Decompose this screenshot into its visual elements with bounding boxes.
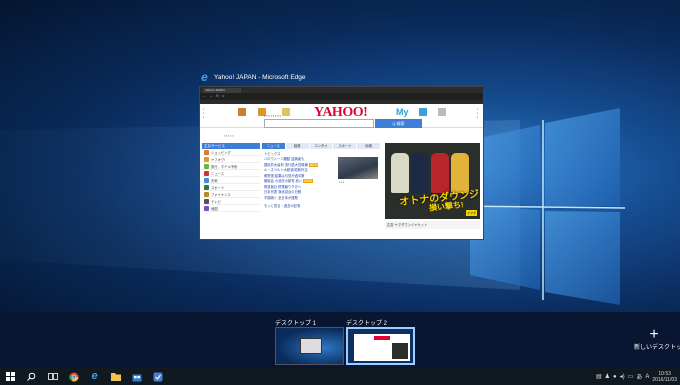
forward-icon: → — [209, 94, 214, 98]
topics-title: トピックス — [264, 152, 281, 156]
desktop-1[interactable]: デスクトップ 1 — [275, 318, 344, 365]
ad-brand-badge: ヤマダ — [465, 210, 477, 216]
topics-panel: ニュース 経済 エンタメ スポーツ 地域 トピックス ハロウィーン騒動 逮捕者も… — [262, 143, 380, 237]
sidebar-item: ショッピング — [202, 149, 260, 156]
tab-local: 地域 — [357, 143, 380, 149]
sidebar-item: 地図 — [202, 205, 260, 212]
sidebar-item: ヤフオク! — [202, 156, 260, 163]
advertisement-banner: オトナのダウンジャケット 損い撃ち! ヤマダ — [385, 143, 480, 219]
address-bar: ← → ↻ ⌂ — [200, 93, 483, 100]
desktop-label: デスクトップ 1 — [275, 321, 317, 327]
services-sidebar: 主なサービス ショッピング ヤフオク! 旅行、ホテル予約 ニュース 天気 スポー… — [202, 143, 260, 237]
ad-mini — [392, 343, 408, 359]
app-icon[interactable] — [147, 368, 168, 385]
header-right-links: ▪ ▪ ▪ — [476, 107, 478, 119]
virtual-desktops-bar: デスクトップ 1 デスクトップ 2 + 新しいデスクトップ — [0, 312, 680, 368]
clock-date: 2016/11/03 — [652, 376, 677, 383]
new-badge: NEW — [308, 162, 319, 167]
tab-economy: 経済 — [285, 143, 309, 149]
ad-footer: 広告 ヤマダウンジャケット — [385, 221, 480, 229]
jacket-image — [391, 153, 409, 193]
window-title-bar: e Yahoo! JAPAN - Microsoft Edge — [199, 70, 484, 84]
topic-item: 不調続く 全日本が連敗 — [264, 195, 298, 200]
edge-icon: e — [201, 70, 208, 84]
ad-subline: 損い撃ち! — [428, 200, 465, 213]
card-icon — [419, 108, 427, 116]
service-icon — [204, 149, 209, 155]
shopping-icon — [238, 108, 246, 116]
my-yahoo-link: My — [396, 107, 409, 117]
volume-icon[interactable]: ◂) — [620, 373, 625, 380]
sidebar-item: テレビ — [202, 198, 260, 205]
home-icon: ⌂ — [221, 94, 225, 98]
service-icon — [204, 170, 209, 176]
tab-news: ニュース — [262, 143, 285, 149]
search-icon[interactable] — [21, 368, 42, 385]
edge-window-thumbnail[interactable]: e Yahoo! JAPAN - Microsoft Edge Yahoo! J… — [199, 70, 484, 240]
sidebar-item: ファイナンス — [202, 191, 260, 198]
new-desktop-button[interactable]: + 新しいデスクトップ — [634, 326, 680, 352]
new-desktop-label: 新しいデスクトップ — [634, 345, 680, 351]
taskbar: e ▤ ♟ ● ◂) ▭ あ A 10:53 2016/11/03 — [0, 368, 680, 385]
travel-icon — [282, 108, 290, 116]
topic-photo — [338, 157, 378, 179]
search-input — [264, 119, 374, 128]
service-icon — [204, 198, 209, 204]
back-icon: ← — [203, 94, 207, 98]
service-icon — [204, 163, 209, 169]
topic-photo-caption: ▪ ▪ ▪ — [339, 180, 344, 184]
window-mini-preview — [300, 338, 322, 354]
jacket-image — [431, 153, 449, 193]
browser-tab: Yahoo! JAPAN — [203, 87, 241, 93]
system-tray: ▤ ♟ ● ◂) ▭ あ A 10:53 2016/11/03 — [596, 368, 680, 385]
new-badge: NEW — [303, 179, 313, 183]
tab-sports: スポーツ — [333, 143, 357, 149]
tab-entertainment: エンタメ — [309, 143, 333, 149]
topics-tabs: ニュース 経済 エンタメ スポーツ 地域 — [262, 143, 380, 149]
service-icon — [204, 191, 209, 197]
window-title: Yahoo! JAPAN - Microsoft Edge — [214, 73, 306, 81]
refresh-icon: ↻ — [216, 94, 219, 98]
chrome-icon[interactable] — [63, 368, 84, 385]
yahoo-logo-mini — [374, 336, 390, 340]
emergency-news-line: ▪ ▪ ▪ ▪ ▪ — [224, 134, 234, 138]
sidebar-item: ニュース — [202, 170, 260, 177]
window-preview: Yahoo! JAPAN ← → ↻ ⌂ ▪▪▪ YAHOO! JAPAN My… — [199, 86, 484, 240]
sidebar-item: スポーツ — [202, 184, 260, 191]
defender-icon[interactable]: ● — [613, 374, 617, 380]
store-icon[interactable] — [126, 368, 147, 385]
clock[interactable]: 10:53 2016/11/03 — [652, 371, 677, 383]
jacket-image — [411, 153, 429, 193]
desktop-2[interactable]: デスクトップ 2 — [346, 318, 415, 365]
mail-icon — [438, 108, 446, 116]
desktop-thumbnail — [275, 327, 344, 365]
yahoo-logo: YAHOO! — [314, 105, 368, 120]
task-view-icon[interactable] — [42, 368, 63, 385]
window-mini-preview — [354, 334, 410, 361]
desktop-thumbnail-selected — [346, 327, 415, 365]
desktop-label: デスクトップ 2 — [346, 321, 388, 327]
file-explorer-icon[interactable] — [105, 368, 126, 385]
ime-mode-icon[interactable]: あ — [636, 372, 642, 381]
search-button: Q 検索 — [375, 119, 422, 128]
service-icon — [204, 156, 209, 162]
service-icon — [204, 205, 209, 211]
keyboard-icon[interactable]: ▭ — [628, 373, 634, 380]
service-icon — [204, 177, 209, 183]
edge-icon[interactable]: e — [84, 368, 105, 385]
ime-indicator[interactable]: A — [645, 374, 649, 380]
windows-start-icon[interactable] — [0, 368, 21, 385]
network-icon[interactable]: ▤ — [596, 373, 602, 380]
sidebar-item: 天気 — [202, 177, 260, 184]
header-left-links: ▪ ▪ ▪ — [203, 107, 205, 119]
people-icon[interactable]: ♟ — [605, 373, 610, 380]
search-category-tabs: ▪ ▪ ▪ ▪ ▪ ▪ ▪ ▪ — [264, 114, 281, 118]
more-topics-link: もっと見る・過去の記事 — [264, 204, 301, 208]
plus-icon: + — [649, 326, 659, 343]
service-icon — [204, 184, 209, 190]
sidebar-item: 旅行、ホテル予約 — [202, 163, 260, 170]
